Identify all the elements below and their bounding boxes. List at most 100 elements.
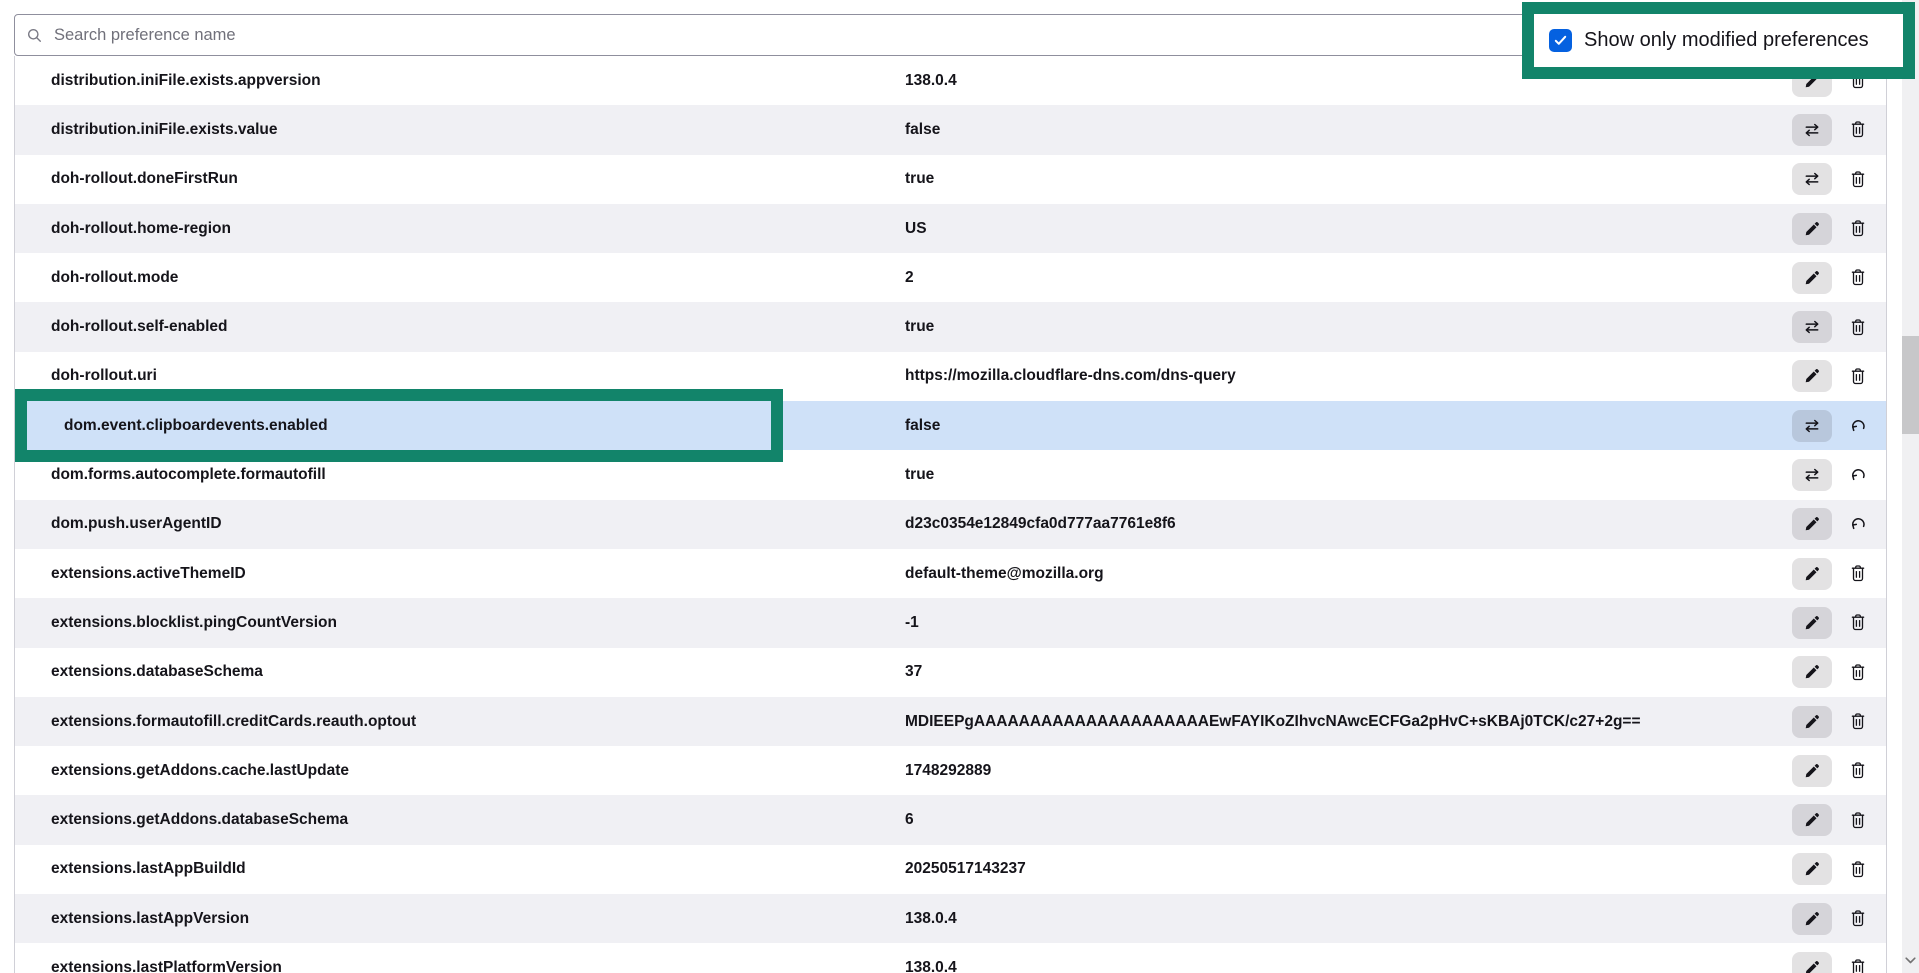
edit-button[interactable] <box>1792 706 1832 738</box>
pencil-icon <box>1804 516 1820 532</box>
delete-button[interactable] <box>1844 558 1872 590</box>
delete-button[interactable] <box>1844 853 1872 885</box>
table-row[interactable]: doh-rollout.doneFirstRuntrue <box>15 155 1886 204</box>
pencil-icon <box>1804 566 1820 582</box>
undo-icon <box>1850 467 1866 483</box>
trash-icon <box>1850 959 1866 973</box>
table-row[interactable]: doh-rollout.self-enabled true <box>15 302 1886 351</box>
edit-button[interactable] <box>1792 508 1832 540</box>
delete-button[interactable] <box>1844 656 1872 688</box>
edit-button[interactable] <box>1792 558 1832 590</box>
table-row[interactable]: extensions.formautofill.creditCards.reau… <box>15 697 1886 746</box>
toggle-button[interactable] <box>1792 163 1832 195</box>
scrollbar-thumb[interactable] <box>1902 336 1919 434</box>
pref-value: 20250517143237 <box>905 860 1026 878</box>
trash-icon <box>1850 171 1866 188</box>
delete-button[interactable] <box>1844 706 1872 738</box>
table-row[interactable]: extensions.lastPlatformVersion138.0.4 <box>15 943 1886 973</box>
table-row[interactable]: extensions.databaseSchema37 <box>15 648 1886 697</box>
checkbox-highlight-frame: Show only modified preferences <box>1522 2 1915 79</box>
table-row[interactable]: dom.forms.autocomplete.formautofilltrue <box>15 450 1886 499</box>
delete-button[interactable] <box>1844 262 1872 294</box>
toggle-button[interactable] <box>1792 410 1832 442</box>
pencil-icon <box>1804 221 1820 237</box>
toggle-arrows-icon <box>1804 171 1820 187</box>
toggle-arrows-icon <box>1804 122 1820 138</box>
delete-button[interactable] <box>1844 163 1872 195</box>
reset-button[interactable] <box>1844 410 1872 442</box>
pref-value: 2 <box>905 269 914 287</box>
trash-icon <box>1850 220 1866 237</box>
delete-button[interactable] <box>1844 903 1872 935</box>
table-row[interactable]: extensions.blocklist.pingCountVersion-1 <box>15 598 1886 647</box>
table-row[interactable]: doh-rollout.home-regionUS <box>15 204 1886 253</box>
table-row[interactable]: doh-rollout.mode 2 <box>15 253 1886 302</box>
pref-value: true <box>905 170 934 188</box>
table-row[interactable]: extensions.lastAppVersion 138.0.4 <box>15 894 1886 943</box>
pref-value: 138.0.4 <box>905 72 957 90</box>
edit-button[interactable] <box>1792 656 1832 688</box>
trash-icon <box>1850 762 1866 779</box>
trash-icon <box>1850 368 1866 385</box>
table-row[interactable]: extensions.getAddons.databaseSchema6 <box>15 795 1886 844</box>
pref-name: extensions.lastAppVersion <box>51 910 249 928</box>
pref-value: MDIEEPgAAAAAAAAAAAAAAAAAAAAAEwFAYIKoZIhv… <box>905 713 1641 731</box>
trash-icon <box>1850 319 1866 336</box>
delete-button[interactable] <box>1844 360 1872 392</box>
delete-button[interactable] <box>1844 755 1872 787</box>
pencil-icon <box>1804 615 1820 631</box>
pref-value: true <box>905 318 934 336</box>
table-row[interactable]: distribution.iniFile.exists.valuefalse <box>15 105 1886 154</box>
undo-icon <box>1850 516 1866 532</box>
modified-prefs-checkbox[interactable] <box>1549 29 1572 52</box>
pref-value: 37 <box>905 663 922 681</box>
table-row[interactable]: extensions.activeThemeIDdefault-theme@mo… <box>15 549 1886 598</box>
pref-name: doh-rollout.self-enabled <box>51 318 228 336</box>
trash-icon <box>1850 812 1866 829</box>
undo-icon <box>1850 418 1866 434</box>
pref-name: extensions.lastAppBuildId <box>51 860 246 878</box>
pencil-icon <box>1804 368 1820 384</box>
table-row[interactable]: doh-rollout.uri https://mozilla.cloudflar… <box>15 352 1886 401</box>
edit-button[interactable] <box>1792 213 1832 245</box>
pref-value: 138.0.4 <box>905 910 957 928</box>
table-row[interactable]: extensions.lastAppBuildId 20250517143237 <box>15 845 1886 894</box>
toggle-button[interactable] <box>1792 311 1832 343</box>
delete-button[interactable] <box>1844 213 1872 245</box>
delete-button[interactable] <box>1844 311 1872 343</box>
edit-button[interactable] <box>1792 804 1832 836</box>
toggle-arrows-icon <box>1804 418 1820 434</box>
delete-button[interactable] <box>1844 114 1872 146</box>
trash-icon <box>1850 910 1866 927</box>
search-icon <box>27 28 42 43</box>
edit-button[interactable] <box>1792 607 1832 639</box>
edit-button[interactable] <box>1792 952 1832 973</box>
pref-name: dom.forms.autocomplete.formautofill <box>51 466 326 484</box>
delete-button[interactable] <box>1844 952 1872 973</box>
toggle-button[interactable] <box>1792 459 1832 491</box>
edit-button[interactable] <box>1792 262 1832 294</box>
pencil-icon <box>1804 960 1820 973</box>
edit-button[interactable] <box>1792 755 1832 787</box>
table-row[interactable]: dom.push.userAgentIDd23c0354e12849cfa0d7… <box>15 500 1886 549</box>
delete-button[interactable] <box>1844 804 1872 836</box>
vertical-scrollbar[interactable] <box>1902 0 1919 973</box>
trash-icon <box>1850 269 1866 286</box>
pref-name: doh-rollout.mode <box>51 269 178 287</box>
edit-button[interactable] <box>1792 360 1832 392</box>
pref-value: https://mozilla.cloudflare-dns.com/dns-q… <box>905 367 1236 385</box>
table-row[interactable]: extensions.getAddons.cache.lastUpdate174… <box>15 746 1886 795</box>
pref-name: doh-rollout.uri <box>51 367 157 385</box>
scroll-down-icon[interactable] <box>1905 957 1916 964</box>
pencil-icon <box>1804 763 1820 779</box>
edit-button[interactable] <box>1792 853 1832 885</box>
reset-button[interactable] <box>1844 508 1872 540</box>
table-row[interactable]: dom.event.clipboardevents.enabledfalse <box>15 401 1886 450</box>
pref-value: false <box>905 121 940 139</box>
edit-button[interactable] <box>1792 903 1832 935</box>
delete-button[interactable] <box>1844 607 1872 639</box>
toggle-button[interactable] <box>1792 114 1832 146</box>
trash-icon <box>1850 565 1866 582</box>
trash-icon <box>1850 713 1866 730</box>
reset-button[interactable] <box>1844 459 1872 491</box>
